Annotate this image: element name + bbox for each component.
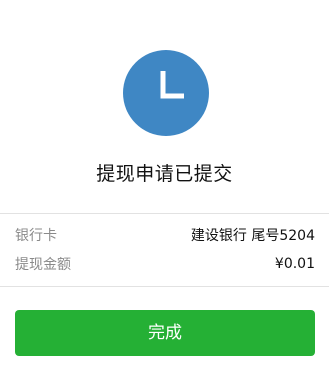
withdraw-result-page: 提现申请已提交 银行卡 建设银行 尾号5204 提现金额 ¥0.01 完成 (0, 0, 329, 368)
detail-row-bank-card: 银行卡 建设银行 尾号5204 (15, 224, 315, 246)
result-title: 提现申请已提交 (96, 163, 233, 185)
clock-icon (123, 50, 209, 136)
bank-card-label: 银行卡 (15, 228, 57, 244)
bank-card-value: 建设银行 尾号5204 (190, 228, 315, 244)
detail-row-amount: 提现金额 ¥0.01 (15, 253, 315, 275)
done-button[interactable]: 完成 (15, 310, 315, 356)
divider (0, 286, 329, 287)
amount-label: 提现金额 (15, 257, 71, 273)
divider (0, 213, 329, 214)
amount-value: ¥0.01 (274, 256, 315, 272)
